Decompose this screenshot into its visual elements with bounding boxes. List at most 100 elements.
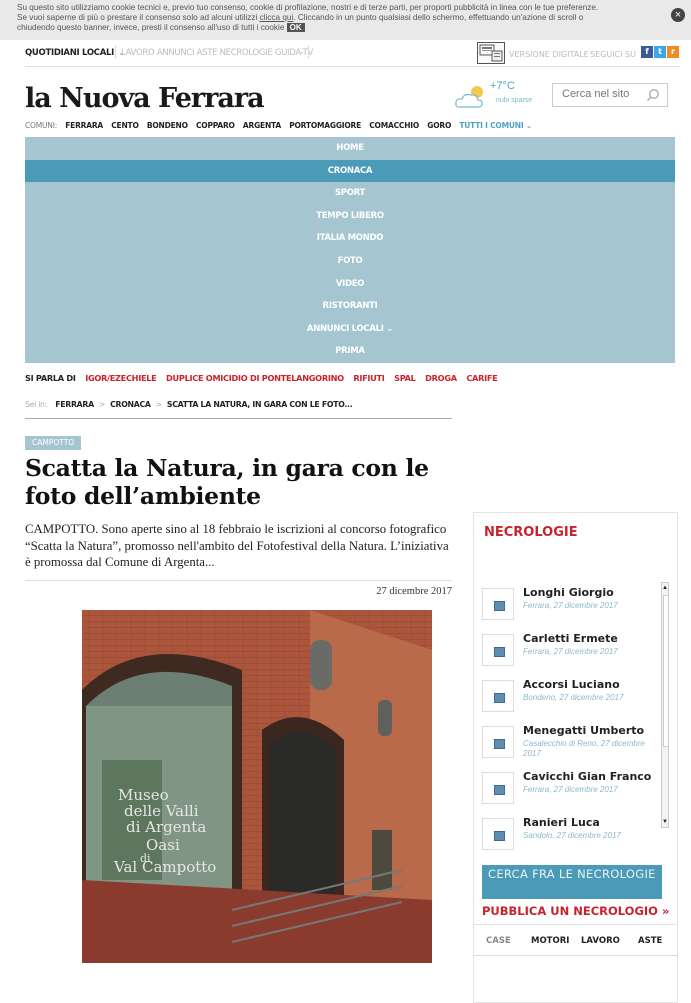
comune-link[interactable]: CENTO — [111, 121, 139, 130]
necrologio-icon — [482, 588, 514, 620]
article-date: 27 dicembre 2017 — [376, 586, 452, 597]
necrologio-place: Bondeno, 27 dicembre 2017 — [523, 693, 624, 702]
article-photo: Museo delle Valli di Argenta Oasi di Val… — [82, 610, 432, 963]
necrologio-place: Ferrara, 27 dicembre 2017 — [523, 601, 618, 610]
necrologio-icon — [482, 818, 514, 850]
topic-link[interactable]: CARIFE — [466, 373, 497, 383]
necrologio-place: Casalecchio di Reno, 27 dicembre 2017 — [523, 739, 645, 758]
cookie-text-4-line: chiudendo questo banner, invece, presti … — [17, 23, 661, 33]
nav-item-tempo-libero[interactable]: TEMPO LIBERO — [25, 205, 675, 228]
quotidiani-label: QUOTIDIANI LOCALI — [25, 48, 114, 58]
facebook-icon[interactable]: f — [641, 46, 653, 58]
comune-link[interactable]: GORO — [427, 121, 451, 130]
article-kicker[interactable]: CAMPOTTO — [25, 436, 82, 450]
necrologio-place: Sandolo, 27 dicembre 2017 — [523, 831, 621, 840]
weather-cloud-sun-icon — [453, 83, 491, 111]
comuni-label: COMUNI: — [25, 121, 58, 130]
top-links[interactable]: LAVORO ANNUNCI ASTE NECROLOGIE GUIDA-TV — [121, 48, 313, 58]
divider — [25, 418, 452, 419]
divider — [25, 580, 452, 581]
comune-link[interactable]: ARGENTA — [243, 121, 281, 130]
comune-link[interactable]: BONDENO — [147, 121, 188, 130]
necrologio-place: Ferrara, 27 dicembre 2017 — [523, 647, 618, 656]
search-input[interactable] — [553, 84, 650, 104]
necrologio-icon — [482, 772, 514, 804]
nav-item-home[interactable]: HOME — [25, 137, 675, 160]
quotidiani-locali-menu[interactable]: QUOTIDIANI LOCALI ⌄ — [25, 48, 125, 58]
topic-link[interactable]: DROGA — [425, 373, 457, 383]
necrologio-name[interactable]: Carletti Ermete — [523, 632, 618, 645]
cookie-text-1: Su questo sito utilizziamo cookie tecnic… — [17, 3, 599, 12]
twitter-icon[interactable]: t — [654, 46, 666, 58]
scroll-down-icon[interactable]: ▼ — [662, 817, 668, 827]
list-item[interactable]: Cavicchi Gian Franco Ferrara, 27 dicembr… — [482, 770, 658, 810]
necrologio-name[interactable]: Accorsi Luciano — [523, 678, 620, 691]
comune-link[interactable]: FERRARA — [65, 121, 103, 130]
nav-item-foto[interactable]: FOTO — [25, 250, 675, 273]
nav-item-prima[interactable]: PRIMA — [25, 340, 675, 363]
search-icon[interactable] — [646, 88, 660, 102]
breadcrumb-item[interactable]: FERRARA — [55, 400, 94, 409]
necrologio-place: Ferrara, 27 dicembre 2017 — [523, 785, 618, 794]
cookie-link[interactable]: clicca qui — [260, 13, 294, 22]
article-title: Scatta la Natura, in gara con le foto de… — [25, 454, 429, 510]
photo-caption-4: Oasi — [146, 836, 180, 854]
nav-item-cronaca[interactable]: CRONACA — [25, 159, 675, 183]
breadcrumb-separator: > — [98, 400, 106, 409]
nav-item-ristoranti[interactable]: RISTORANTI — [25, 295, 675, 318]
necrologio-name[interactable]: Ranieri Luca — [523, 816, 600, 829]
close-icon[interactable]: × — [671, 8, 685, 22]
nav-item-italia-mondo[interactable]: ITALIA MONDO — [25, 227, 675, 250]
topic-link[interactable]: DUPLICE OMICIDIO DI PONTELANGORINO — [166, 373, 344, 383]
tab-lavoro[interactable]: LAVORO — [581, 936, 620, 946]
list-item[interactable]: Ranieri Luca Sandolo, 27 dicembre 2017 — [482, 816, 658, 856]
main-nav: HOME CRONACA SPORT TEMPO LIBERO ITALIA M… — [25, 137, 675, 363]
versione-digitale-link[interactable]: VERSIONE DIGITALE — [509, 50, 589, 59]
scroll-up-icon[interactable]: ▲ — [662, 583, 668, 593]
breadcrumb-item[interactable]: CRONACA — [110, 400, 151, 409]
comune-link[interactable]: COPPARO — [196, 121, 235, 130]
tab-motori[interactable]: MOTORI — [531, 936, 569, 946]
topic-link[interactable]: RIFIUTI — [353, 373, 384, 383]
necrologio-name[interactable]: Cavicchi Gian Franco — [523, 770, 651, 783]
topic-link[interactable]: SPAL — [394, 373, 416, 383]
page-wrapper: QUOTIDIANI LOCALI ⌄ LAVORO ANNUNCI ASTE N… — [25, 40, 680, 1003]
cookie-banner: Su questo sito utilizziamo cookie tecnic… — [0, 0, 691, 40]
photo-caption-6: Val Campotto — [113, 858, 216, 876]
scrollbar-thumb[interactable] — [663, 595, 669, 747]
comune-link[interactable]: COMACCHIO — [369, 121, 419, 130]
cookie-ok-button[interactable]: OK — [286, 23, 305, 32]
tab-aste[interactable]: ASTE — [638, 936, 662, 946]
rss-icon[interactable]: r — [667, 46, 679, 58]
divider — [474, 955, 677, 956]
necrologie-title[interactable]: NECROLOGIE — [484, 525, 578, 540]
breadcrumb: Sei in: FERRARA > CRONACA > SCATTA LA NATURA… — [25, 400, 353, 409]
nav-item-annunci-locali[interactable]: ANNUNCI LOCALI ⌄ — [25, 318, 675, 341]
necrologio-name[interactable]: Menegatti Umberto — [523, 724, 644, 737]
tutti-comuni-dropdown[interactable]: TUTTI I COMUNI ⌄ — [459, 121, 532, 130]
nav-item-sport[interactable]: SPORT — [25, 182, 675, 205]
list-item[interactable]: Menegatti Umberto Casalecchio di Reno, 2… — [482, 724, 658, 764]
breadcrumb-item: SCATTA LA NATURA, IN GARA CON LE FOTO... — [166, 400, 353, 409]
article-lead: CAMPOTTO. Sono aperte sino al 18 febbrai… — [25, 522, 449, 569]
breadcrumb-label: Sei in: — [25, 400, 48, 409]
divider — [115, 45, 116, 59]
pubblica-necrologio-link[interactable]: PUBBLICA UN NECROLOGIO » — [482, 905, 669, 917]
cerca-necrologie-button[interactable]: CERCA FRA LE NECROLOGIE — [482, 865, 662, 899]
list-item[interactable]: Carletti Ermete Ferrara, 27 dicembre 201… — [482, 632, 658, 672]
necrologie-scrollbar[interactable]: ▲ ▼ — [661, 582, 669, 828]
comune-link[interactable]: PORTOMAGGIORE — [289, 121, 361, 130]
topic-link[interactable]: IGOR/EZECHIELE — [85, 373, 157, 383]
digital-edition-icon[interactable] — [477, 42, 505, 64]
nav-item-video[interactable]: VIDEO — [25, 273, 675, 296]
trending-topics: SI PARLA DI IGOR/EZECHIELE DUPLICE OMICI… — [25, 373, 504, 383]
list-item[interactable]: Longhi Giorgio Ferrara, 27 dicembre 2017 — [482, 586, 658, 626]
necrologio-name[interactable]: Longhi Giorgio — [523, 586, 614, 599]
divider — [308, 45, 309, 59]
site-logo[interactable]: la Nuova Ferrara — [25, 83, 265, 114]
tab-case[interactable]: CASE — [486, 936, 511, 946]
top-bar: QUOTIDIANI LOCALI ⌄ LAVORO ANNUNCI ASTE N… — [25, 40, 680, 67]
comuni-bar: COMUNI: FERRARA CENTO BONDENO COPPARO AR… — [25, 121, 532, 130]
list-item[interactable]: Accorsi Luciano Bondeno, 27 dicembre 201… — [482, 678, 658, 718]
necrologio-icon — [482, 680, 514, 712]
